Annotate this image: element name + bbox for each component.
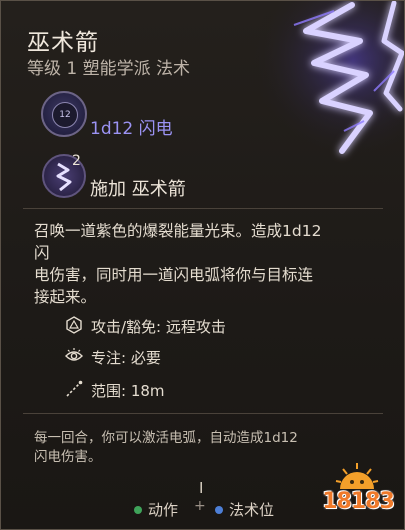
watermark-logo: 18183 [322,461,395,521]
description-line: 召唤一道紫色的爆裂能量光束。造成1d12 [34,222,322,240]
stat-label: 专注: 必要 [91,349,161,367]
watermark-text: 18183 [322,489,395,514]
description-line: 闪 [34,244,50,262]
spell-tooltip: 巫术箭 等级 1 塑能学派 法术 12 1d12 闪电 2 施加 巫术箭 召唤一… [0,0,405,530]
plus-sign: + [194,498,206,514]
spell-title: 巫术箭 [27,30,99,56]
description-line: 电伤害，同时用一道闪电弧将你与目标连 [34,266,314,284]
stat-label: 攻击/豁免: 远程攻击 [91,318,226,336]
lightning-bolt-art [234,1,404,171]
spell-slot-dot-icon [215,506,223,514]
damage-text: 1d12 闪电 [90,119,173,139]
cast-action-label: 施加 巫术箭 [90,179,186,200]
action-cost-label: 动作 [148,501,179,519]
damage-die-icon: 12 [41,91,87,137]
extra-line: 每一回合，你可以激活电弧，自动造成1d12 [34,430,298,446]
d20-icon [66,316,82,334]
sun-logo-icon [335,463,379,489]
damage-die-value: 12 [52,102,78,128]
spell-subtitle: 等级 1 塑能学派 法术 [27,59,191,79]
divider [23,413,383,414]
concentration-eye-icon [65,348,83,361]
stat-label: 范围: 18m [91,382,165,400]
description-line: 接起来。 [34,288,97,306]
spell-level-badge: 2 [72,153,81,169]
divider [23,208,383,209]
extra-line: 闪电伤害。 [34,449,102,465]
spell-description: 召唤一道紫色的爆裂能量光束。造成1d12 闪 电伤害，同时用一道闪电弧将你与目标… [34,220,374,308]
spell-slot-label: 法术位 [229,501,275,519]
action-dot-icon [134,506,142,514]
range-icon [66,380,83,397]
extra-effect-text: 每一回合，你可以激活电弧，自动造成1d12 闪电伤害。 [34,429,364,467]
text-cursor: I [199,479,204,497]
